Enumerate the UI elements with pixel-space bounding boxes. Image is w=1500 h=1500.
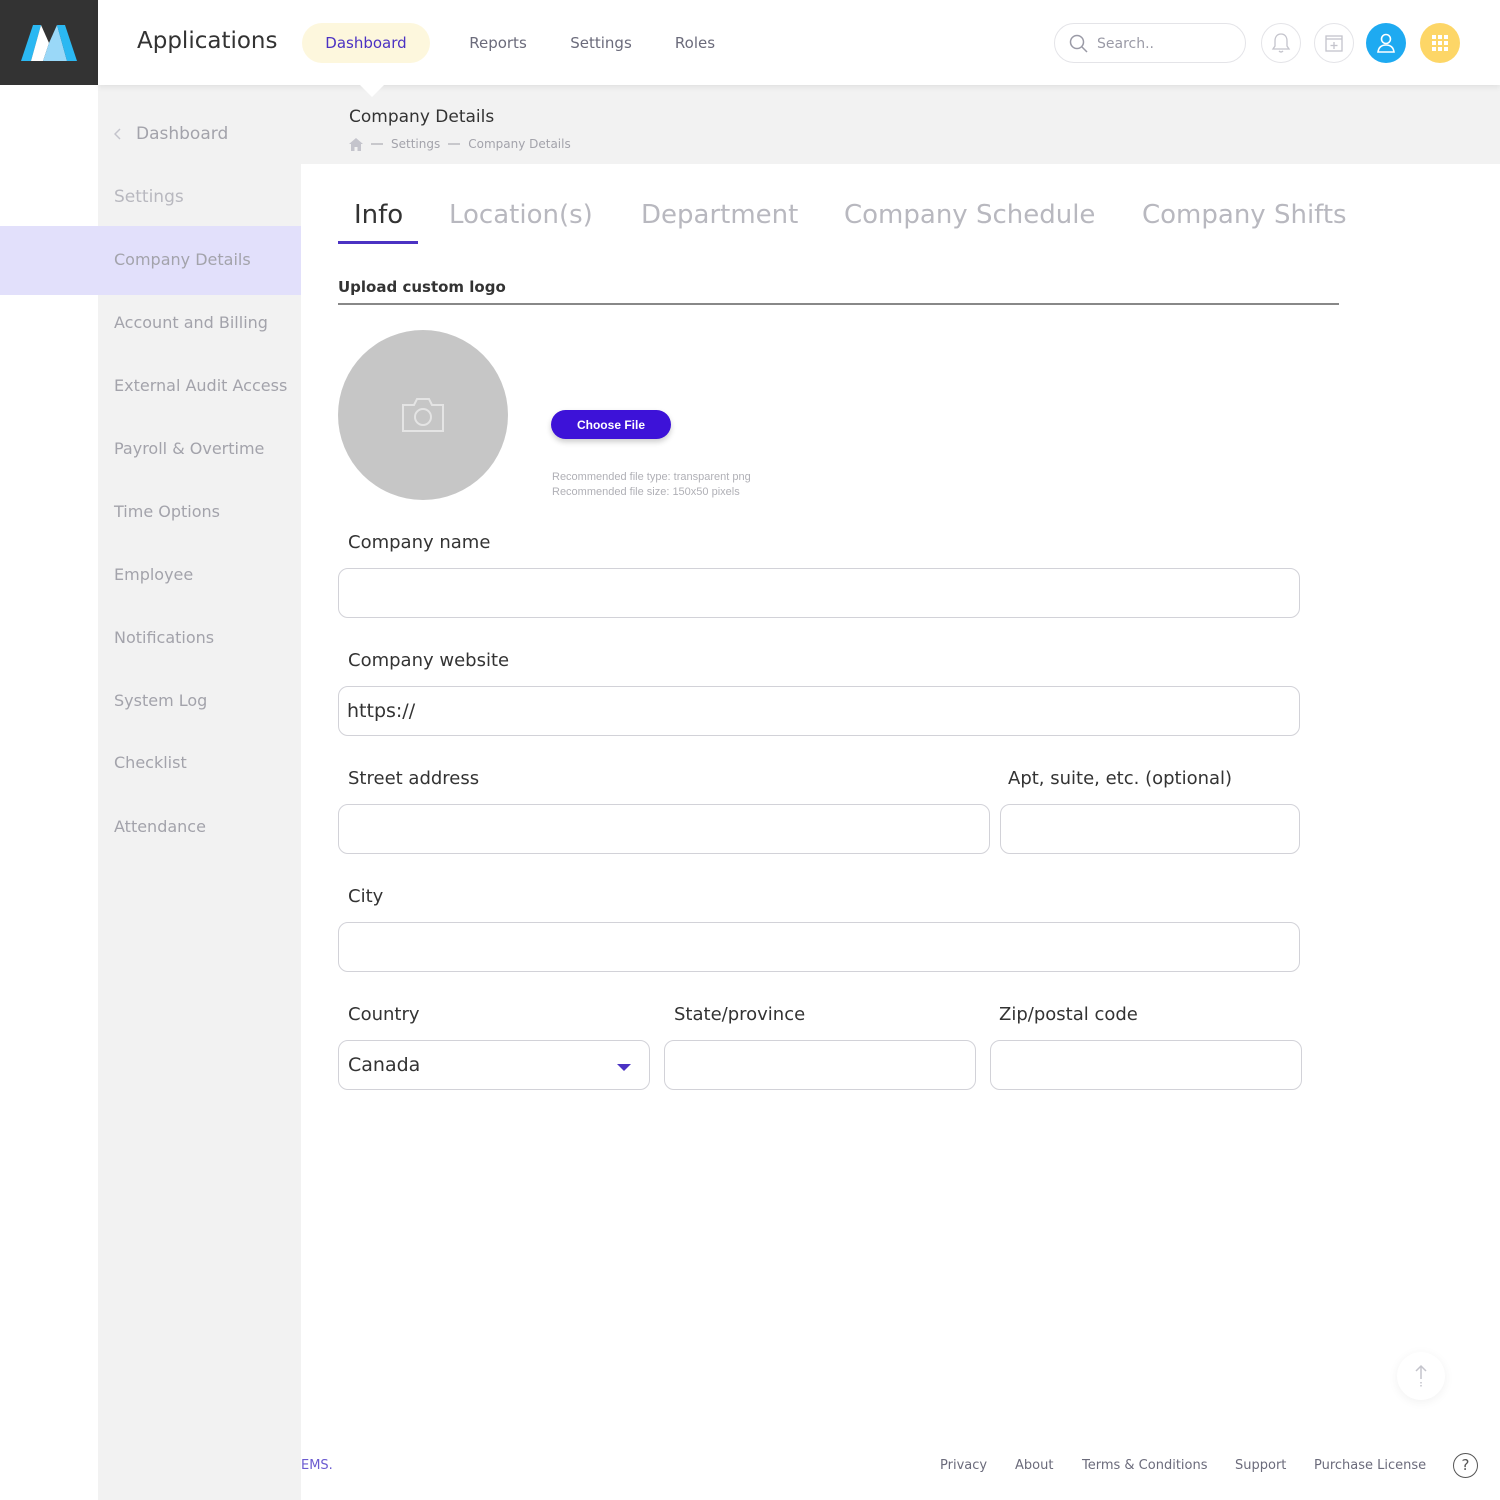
company-website-input[interactable] <box>338 686 1300 736</box>
city-input[interactable] <box>338 922 1300 972</box>
sidebar-item-time-options[interactable]: Time Options <box>98 502 301 521</box>
zip-code-input[interactable] <box>990 1040 1302 1090</box>
scroll-to-top-button[interactable] <box>1397 1352 1445 1400</box>
sidebar-item-external-audit[interactable]: External Audit Access <box>98 376 301 395</box>
sidebar-item-payroll-overtime[interactable]: Payroll & Overtime <box>98 439 301 458</box>
sidebar-item-company-details[interactable]: Company Details <box>98 250 301 269</box>
street-address-input[interactable] <box>338 804 990 854</box>
company-name-input[interactable] <box>338 568 1300 618</box>
app-title: Applications <box>137 28 278 54</box>
apps-menu-button[interactable] <box>1420 23 1460 63</box>
search-input[interactable] <box>1097 33 1237 55</box>
notifications-button[interactable] <box>1261 23 1301 63</box>
breadcrumb-separator <box>448 143 461 145</box>
sidebar-item-system-log[interactable]: System Log <box>98 691 301 710</box>
tab-department[interactable]: Department <box>641 200 798 230</box>
chevron-down-icon <box>617 1064 631 1071</box>
bell-icon <box>1271 33 1291 53</box>
home-icon[interactable] <box>349 137 363 151</box>
city-label: City <box>348 886 384 907</box>
grid-icon <box>1432 35 1448 51</box>
logo-preview[interactable] <box>338 330 508 500</box>
breadcrumb-settings[interactable]: Settings <box>391 137 440 151</box>
state-province-input[interactable] <box>664 1040 976 1090</box>
section-divider <box>338 303 1339 305</box>
page-header: Company Details Settings Company Details <box>301 85 1500 164</box>
brand-logo-icon <box>21 24 77 61</box>
breadcrumb-company-details: Company Details <box>468 137 571 151</box>
footer-link-about[interactable]: About <box>1015 1458 1053 1473</box>
sidebar-section-settings[interactable]: Settings <box>98 187 301 207</box>
page-title: Company Details <box>349 107 495 127</box>
sidebar-item-account-billing[interactable]: Account and Billing <box>98 313 301 332</box>
nav-roles[interactable]: Roles <box>665 23 725 63</box>
company-name-label: Company name <box>348 532 491 553</box>
help-button[interactable]: ? <box>1453 1453 1478 1478</box>
sidebar-item-attendance[interactable]: Attendance <box>98 817 301 836</box>
state-province-label: State/province <box>674 1004 806 1025</box>
country-label: Country <box>348 1004 420 1025</box>
chevron-left-icon <box>114 128 121 140</box>
street-address-label: Street address <box>348 768 480 789</box>
country-selected-value: Canada <box>348 1054 421 1076</box>
company-website-label: Company website <box>348 650 510 671</box>
nav-active-pointer <box>360 85 384 97</box>
sidebar-item-checklist[interactable]: Checklist <box>98 753 301 772</box>
camera-icon <box>402 398 444 432</box>
footer-link-terms[interactable]: Terms & Conditions <box>1082 1458 1208 1473</box>
footer-link-purchase-license[interactable]: Purchase License <box>1314 1458 1426 1473</box>
breadcrumb: Settings Company Details <box>349 137 571 151</box>
app-logo[interactable] <box>0 0 98 85</box>
nav-settings[interactable]: Settings <box>561 23 641 63</box>
user-profile-button[interactable] <box>1366 23 1406 63</box>
footer-link-support[interactable]: Support <box>1235 1458 1286 1473</box>
apt-suite-input[interactable] <box>1000 804 1300 854</box>
file-size-hint: Recommended file size: 150x50 pixels <box>552 486 740 498</box>
country-select[interactable]: Canada <box>338 1040 650 1090</box>
nav-dashboard[interactable]: Dashboard <box>302 23 430 63</box>
sidebar-item-employee[interactable]: Employee <box>98 565 301 584</box>
upload-logo-title: Upload custom logo <box>338 278 506 296</box>
user-icon <box>1377 33 1395 53</box>
apt-suite-label: Apt, suite, etc. (optional) <box>1008 768 1233 789</box>
file-type-hint: Recommended file type: transparent png <box>552 471 751 483</box>
top-bar: Applications Dashboard Reports Settings … <box>98 0 1500 85</box>
tab-locations[interactable]: Location(s) <box>449 200 593 230</box>
sidebar-item-notifications[interactable]: Notifications <box>98 628 301 647</box>
add-square-icon <box>1325 35 1343 52</box>
tab-active-underline <box>338 241 418 244</box>
footer-link-privacy[interactable]: Privacy <box>940 1458 987 1473</box>
zip-code-label: Zip/postal code <box>999 1004 1138 1025</box>
tab-info[interactable]: Info <box>354 200 403 230</box>
choose-file-button[interactable]: Choose File <box>551 410 671 439</box>
tab-company-shifts[interactable]: Company Shifts <box>1142 200 1347 230</box>
sidebar-back-dashboard[interactable]: Dashboard <box>98 124 301 144</box>
breadcrumb-separator <box>371 143 383 145</box>
search-icon <box>1069 34 1088 53</box>
search-box <box>1054 23 1246 63</box>
arrow-up-icon <box>1415 1364 1427 1388</box>
nav-reports[interactable]: Reports <box>458 23 538 63</box>
add-item-button[interactable] <box>1314 23 1354 63</box>
sidebar-back-label: Dashboard <box>136 124 229 144</box>
footer-brand-text: EMS. <box>301 1458 333 1473</box>
tab-company-schedule[interactable]: Company Schedule <box>844 200 1095 230</box>
sidebar <box>98 85 301 1500</box>
